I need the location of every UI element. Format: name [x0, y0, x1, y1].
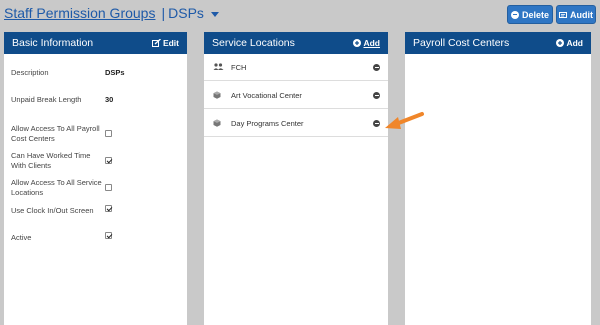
description-value: DSPs — [105, 68, 125, 77]
service-location-name: Day Programs Center — [231, 118, 304, 128]
plus-circle-icon — [556, 39, 565, 47]
caret-down-icon[interactable] — [210, 11, 219, 17]
label-line: Allow Access To All Payroll — [11, 124, 100, 133]
service-location-item[interactable]: Art Vocational Center — [204, 82, 388, 109]
delete-button-label: Delete — [521, 9, 549, 20]
add-label: Add — [566, 38, 583, 48]
label-line: With Clients — [11, 161, 52, 170]
label-line: Cost Centers — [11, 134, 55, 143]
breadcrumb-current: DSPs — [168, 5, 204, 21]
service-location-item[interactable]: Day Programs Center — [204, 110, 388, 137]
service-location-name: Art Vocational Center — [231, 90, 302, 100]
description-label: Description — [11, 68, 49, 77]
breadcrumb-link-staff-permission-groups[interactable]: Staff Permission Groups — [4, 5, 155, 21]
breadcrumb: Staff Permission Groups | DSPs — [4, 4, 219, 22]
allow-all-payroll-cost-centers-label: Allow Access To All Payroll Cost Centers — [11, 124, 100, 144]
can-have-worked-time-checkbox[interactable] — [105, 157, 112, 164]
service-locations-header: Service Locations Add — [204, 32, 388, 54]
remove-circle-icon[interactable] — [373, 92, 380, 99]
edit-icon — [151, 39, 161, 47]
use-clock-in-out-label: Use Clock In/Out Screen — [11, 206, 94, 215]
group-icon — [213, 63, 227, 71]
payroll-cost-centers-header: Payroll Cost Centers Add — [405, 32, 591, 54]
service-location-name: FCH — [231, 62, 247, 72]
allow-all-service-locations-checkbox[interactable] — [105, 184, 112, 191]
audit-button-label: Audit — [570, 9, 593, 20]
plus-circle-icon — [353, 39, 362, 47]
allow-all-payroll-cost-centers-checkbox[interactable] — [105, 130, 112, 137]
panel-title: Service Locations — [212, 37, 295, 49]
payroll-cost-centers-panel: Payroll Cost Centers Add — [405, 32, 591, 325]
basic-information-panel: Basic Information Edit Description DSPs … — [4, 32, 187, 325]
active-checkbox[interactable] — [105, 232, 112, 239]
use-clock-in-out-checkbox[interactable] — [105, 205, 112, 212]
label-line: Locations — [11, 188, 44, 197]
basic-information-header: Basic Information Edit — [4, 32, 187, 54]
annotation-arrow-icon — [385, 112, 424, 129]
edit-label: Edit — [162, 38, 179, 48]
allow-all-service-locations-label: Allow Access To All Service Locations — [11, 178, 102, 198]
add-label: Add — [363, 38, 380, 48]
add-payroll-cost-center-button[interactable]: Add — [556, 38, 583, 48]
audit-button[interactable]: Audit — [556, 5, 596, 24]
delete-button[interactable]: Delete — [507, 5, 553, 24]
can-have-worked-time-label: Can Have Worked Time With Clients — [11, 151, 90, 171]
cube-icon — [213, 91, 227, 99]
panel-title: Basic Information — [12, 37, 94, 49]
service-locations-panel: Service Locations Add FCH Art Vocational… — [204, 32, 388, 325]
label-line: Can Have Worked Time — [11, 151, 91, 160]
remove-circle-icon[interactable] — [373, 120, 380, 127]
service-location-item[interactable]: FCH — [204, 54, 388, 81]
unpaid-break-length-value: 30 — [105, 95, 114, 104]
active-label: Active — [11, 233, 32, 242]
remove-circle-icon[interactable] — [373, 64, 380, 71]
breadcrumb-separator: | — [161, 5, 166, 21]
unpaid-break-length-label: Unpaid Break Length — [11, 95, 82, 104]
add-service-location-button[interactable]: Add — [353, 38, 380, 48]
top-bar: Staff Permission Groups | DSPs Delete Au… — [0, 0, 600, 28]
minus-circle-icon — [510, 10, 519, 19]
label-line: Allow Access To All Service — [11, 178, 102, 187]
panel-title: Payroll Cost Centers — [413, 37, 510, 49]
edit-button[interactable]: Edit — [151, 38, 179, 48]
audit-icon — [559, 11, 567, 18]
cube-icon — [213, 119, 227, 127]
